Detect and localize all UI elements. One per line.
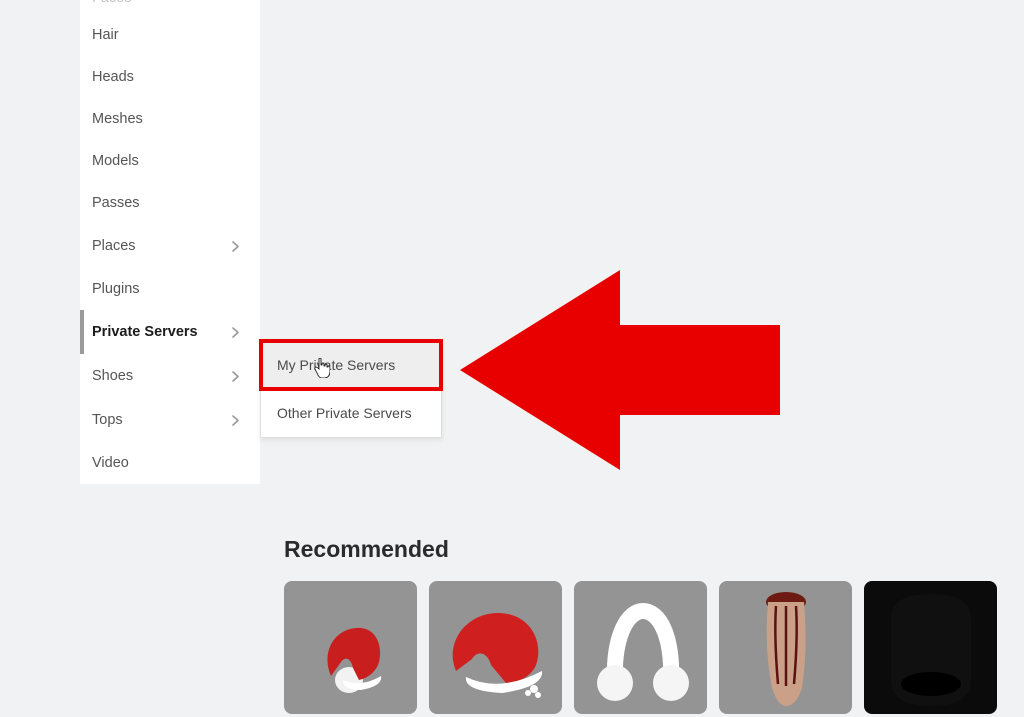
recommended-card-3[interactable] — [574, 581, 707, 714]
recommended-row — [284, 581, 1024, 714]
sidebar-item-label: Plugins — [92, 281, 140, 297]
sidebar-item-label: Passes — [92, 195, 140, 211]
sidebar-item-label: Hair — [92, 27, 119, 43]
chevron-right-icon — [226, 237, 244, 255]
category-sidebar: Faces Hair Heads Meshes Models Passes Pl… — [80, 0, 260, 484]
sidebar-item-heads[interactable]: Heads — [80, 56, 260, 98]
recommended-card-1[interactable] — [284, 581, 417, 714]
submenu-item-other-private-servers[interactable]: Other Private Servers — [261, 389, 441, 437]
sidebar-item-private-servers[interactable]: Private Servers — [80, 310, 260, 354]
recommended-card-2[interactable] — [429, 581, 562, 714]
chevron-right-icon — [226, 411, 244, 429]
sidebar-item-label: Places — [92, 238, 136, 254]
sidebar-item-passes[interactable]: Passes — [80, 182, 260, 224]
sidebar-item-models[interactable]: Models — [80, 140, 260, 182]
chevron-right-icon — [226, 323, 244, 341]
recommended-card-5[interactable] — [864, 581, 997, 714]
sidebar-item-label: Video — [92, 455, 129, 471]
sidebar-item-label: Meshes — [92, 111, 143, 127]
submenu-item-my-private-servers[interactable]: My Private Servers — [261, 341, 441, 389]
sidebar-item-plugins[interactable]: Plugins — [80, 268, 260, 310]
annotation-arrow-icon — [460, 270, 790, 475]
sidebar-item-meshes[interactable]: Meshes — [80, 98, 260, 140]
submenu-item-label: Other Private Servers — [277, 405, 412, 421]
recommended-card-4[interactable] — [719, 581, 852, 714]
sidebar-item-video[interactable]: Video — [80, 442, 260, 484]
private-servers-submenu: My Private Servers Other Private Servers — [260, 340, 442, 438]
sidebar-item-label: Tops — [92, 412, 123, 428]
sidebar-item-places[interactable]: Places — [80, 224, 260, 268]
sidebar-item-label: Private Servers — [92, 324, 198, 340]
sidebar-item-label: Faces — [92, 0, 132, 6]
recommended-section: Recommended — [284, 536, 1024, 714]
sidebar-item-hair[interactable]: Hair — [80, 14, 260, 56]
sidebar-item-label: Shoes — [92, 368, 133, 384]
chevron-right-icon — [226, 367, 244, 385]
sidebar-item-tops[interactable]: Tops — [80, 398, 260, 442]
sidebar-item-faces[interactable]: Faces — [80, 0, 260, 14]
sidebar-item-label: Models — [92, 153, 139, 169]
sidebar-item-label: Heads — [92, 69, 134, 85]
recommended-heading: Recommended — [284, 536, 1024, 563]
sidebar-item-shoes[interactable]: Shoes — [80, 354, 260, 398]
submenu-item-label: My Private Servers — [277, 357, 395, 373]
